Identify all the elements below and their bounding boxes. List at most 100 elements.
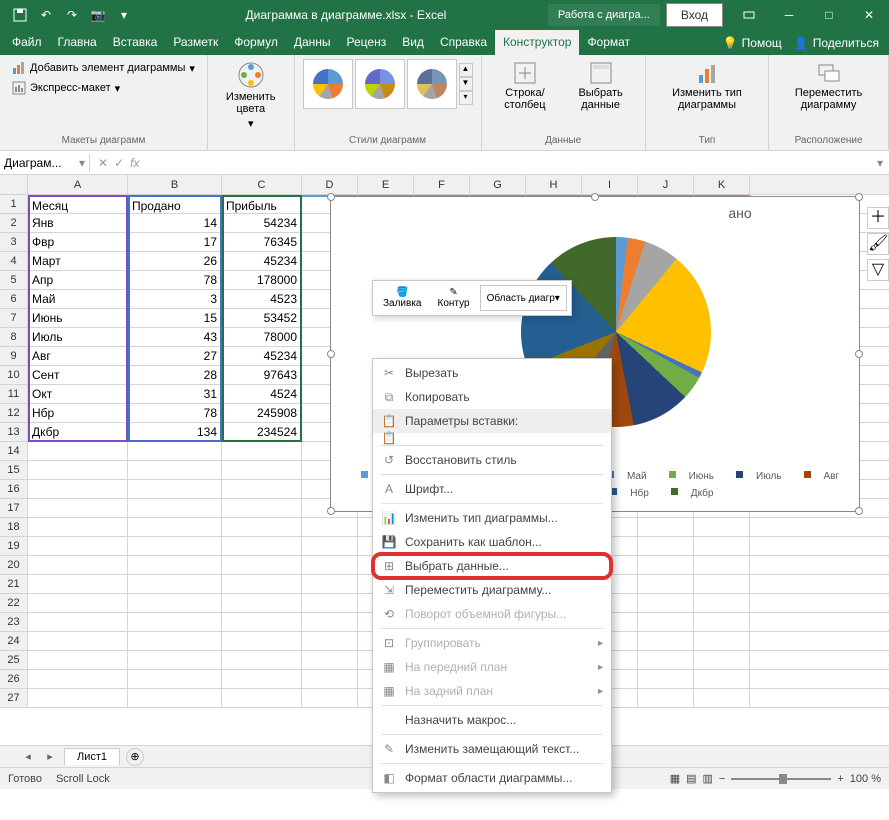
- header-cell[interactable]: Продано: [128, 195, 222, 213]
- data-cell[interactable]: Дкбр: [28, 423, 128, 441]
- menu-copy[interactable]: ⧉Копировать: [373, 385, 611, 409]
- data-cell[interactable]: 78000: [222, 328, 302, 346]
- name-box[interactable]: Диаграм...▾: [0, 154, 90, 172]
- menu-alt-text[interactable]: ✎Изменить замещающий текст...: [373, 737, 611, 761]
- tab-data[interactable]: Данны: [286, 30, 339, 55]
- cancel-icon[interactable]: ✕: [98, 156, 108, 170]
- menu-font[interactable]: AШрифт...: [373, 477, 611, 501]
- menu-move-chart[interactable]: ⇲Переместить диаграмму...: [373, 578, 611, 602]
- data-cell[interactable]: 45234: [222, 252, 302, 270]
- view-page-layout-icon[interactable]: ▤: [686, 772, 696, 785]
- data-cell[interactable]: 17: [128, 233, 222, 251]
- quick-layout-button[interactable]: Экспресс-макет ▾: [8, 79, 124, 97]
- data-cell[interactable]: 53452: [222, 309, 302, 327]
- data-cell[interactable]: 54234: [222, 214, 302, 232]
- data-cell[interactable]: 4523: [222, 290, 302, 308]
- expand-formula-bar-icon[interactable]: ▾: [871, 156, 889, 170]
- menu-format-chart-area[interactable]: ◧Формат области диаграммы...: [373, 766, 611, 790]
- data-cell[interactable]: Июль: [28, 328, 128, 346]
- save-icon[interactable]: [8, 3, 32, 27]
- sheet-nav-prev-icon[interactable]: ◂: [20, 750, 36, 763]
- tab-help[interactable]: Справка: [432, 30, 495, 55]
- menu-paste-icon-option[interactable]: 📋: [373, 433, 611, 443]
- tab-home[interactable]: Главна: [50, 30, 105, 55]
- add-chart-element-button[interactable]: Добавить элемент диаграммы ▾: [8, 59, 199, 77]
- data-cell[interactable]: 15: [128, 309, 222, 327]
- change-colors-button[interactable]: Изменить цвета ▾: [216, 59, 286, 132]
- redo-icon[interactable]: ↷: [60, 3, 84, 27]
- switch-row-column-button[interactable]: Строка/ столбец: [490, 59, 561, 113]
- data-cell[interactable]: Нбр: [28, 404, 128, 422]
- select-all-corner[interactable]: [0, 175, 28, 194]
- data-cell[interactable]: 245908: [222, 404, 302, 422]
- menu-cut[interactable]: ✂Вырезать: [373, 361, 611, 385]
- data-cell[interactable]: 178000: [222, 271, 302, 289]
- select-data-button[interactable]: Выбрать данные: [564, 59, 636, 113]
- camera-icon[interactable]: 📷: [86, 3, 110, 27]
- data-cell[interactable]: Фвр: [28, 233, 128, 251]
- menu-change-chart-type[interactable]: 📊Изменить тип диаграммы...: [373, 506, 611, 530]
- data-cell[interactable]: Окт: [28, 385, 128, 403]
- data-cell[interactable]: 27: [128, 347, 222, 365]
- chart-title[interactable]: ано: [728, 205, 751, 221]
- outline-button[interactable]: ✎ Контур: [432, 285, 476, 311]
- sheet-nav-next-icon[interactable]: ▸: [42, 750, 58, 763]
- view-page-break-icon[interactable]: ▥: [703, 772, 713, 785]
- data-cell[interactable]: Апр: [28, 271, 128, 289]
- header-cell[interactable]: Месяц: [28, 195, 128, 213]
- tab-formulas[interactable]: Формул: [226, 30, 286, 55]
- tab-review[interactable]: Реценз: [339, 30, 395, 55]
- zoom-level[interactable]: 100 %: [850, 773, 881, 785]
- data-cell[interactable]: 43: [128, 328, 222, 346]
- zoom-in-icon[interactable]: +: [837, 773, 843, 785]
- tab-design[interactable]: Конструктор: [495, 30, 579, 55]
- maximize-icon[interactable]: □: [809, 0, 849, 30]
- data-cell[interactable]: 26: [128, 252, 222, 270]
- zoom-slider[interactable]: [731, 778, 831, 780]
- login-button[interactable]: Вход: [666, 3, 723, 27]
- view-normal-icon[interactable]: ▦: [670, 772, 680, 785]
- data-cell[interactable]: 76345: [222, 233, 302, 251]
- tab-insert[interactable]: Вставка: [105, 30, 166, 55]
- data-cell[interactable]: 78: [128, 404, 222, 422]
- chart-area-dropdown[interactable]: Область диагр ▾: [480, 285, 567, 311]
- share-button[interactable]: 👤 Поделиться: [794, 36, 879, 50]
- qat-dropdown-icon[interactable]: ▾: [112, 3, 136, 27]
- menu-save-as-template[interactable]: 💾Сохранить как шаблон...: [373, 530, 611, 554]
- data-cell[interactable]: 45234: [222, 347, 302, 365]
- formula-input[interactable]: [147, 156, 871, 170]
- data-cell[interactable]: 4524: [222, 385, 302, 403]
- data-cell[interactable]: Март: [28, 252, 128, 270]
- tab-file[interactable]: Файл: [4, 30, 50, 55]
- data-cell[interactable]: Май: [28, 290, 128, 308]
- chart-styles-gallery[interactable]: ▲ ▼ ▾: [303, 59, 473, 109]
- data-cell[interactable]: 31: [128, 385, 222, 403]
- header-cell[interactable]: Прибыль: [222, 195, 302, 213]
- sheet-tab-1[interactable]: Лист1: [64, 748, 120, 765]
- tab-format[interactable]: Формат: [579, 30, 638, 55]
- change-chart-type-button[interactable]: Изменить тип диаграммы: [654, 59, 760, 113]
- fx-icon[interactable]: fx: [130, 156, 139, 170]
- add-sheet-button[interactable]: ⊕: [126, 748, 144, 766]
- move-chart-button[interactable]: Переместить диаграмму: [777, 59, 880, 113]
- zoom-out-icon[interactable]: −: [719, 773, 725, 785]
- chart-elements-icon[interactable]: ＋: [867, 207, 889, 229]
- data-cell[interactable]: Янв: [28, 214, 128, 232]
- data-cell[interactable]: 14: [128, 214, 222, 232]
- data-cell[interactable]: Авг: [28, 347, 128, 365]
- data-cell[interactable]: 134: [128, 423, 222, 441]
- menu-select-data[interactable]: ⊞Выбрать данные...: [373, 554, 611, 578]
- close-icon[interactable]: ✕: [849, 0, 889, 30]
- undo-icon[interactable]: ↶: [34, 3, 58, 27]
- tell-me-icon[interactable]: 💡 Помощ: [723, 36, 782, 50]
- chart-styles-icon[interactable]: 🖌: [867, 233, 889, 255]
- fill-button[interactable]: 🪣 Заливка: [377, 285, 428, 311]
- data-cell[interactable]: 97643: [222, 366, 302, 384]
- minimize-icon[interactable]: ─: [769, 0, 809, 30]
- tab-layout[interactable]: Разметк: [165, 30, 226, 55]
- data-cell[interactable]: 234524: [222, 423, 302, 441]
- data-cell[interactable]: Сент: [28, 366, 128, 384]
- data-cell[interactable]: 78: [128, 271, 222, 289]
- chart-filters-icon[interactable]: ▽: [867, 259, 889, 281]
- data-cell[interactable]: 3: [128, 290, 222, 308]
